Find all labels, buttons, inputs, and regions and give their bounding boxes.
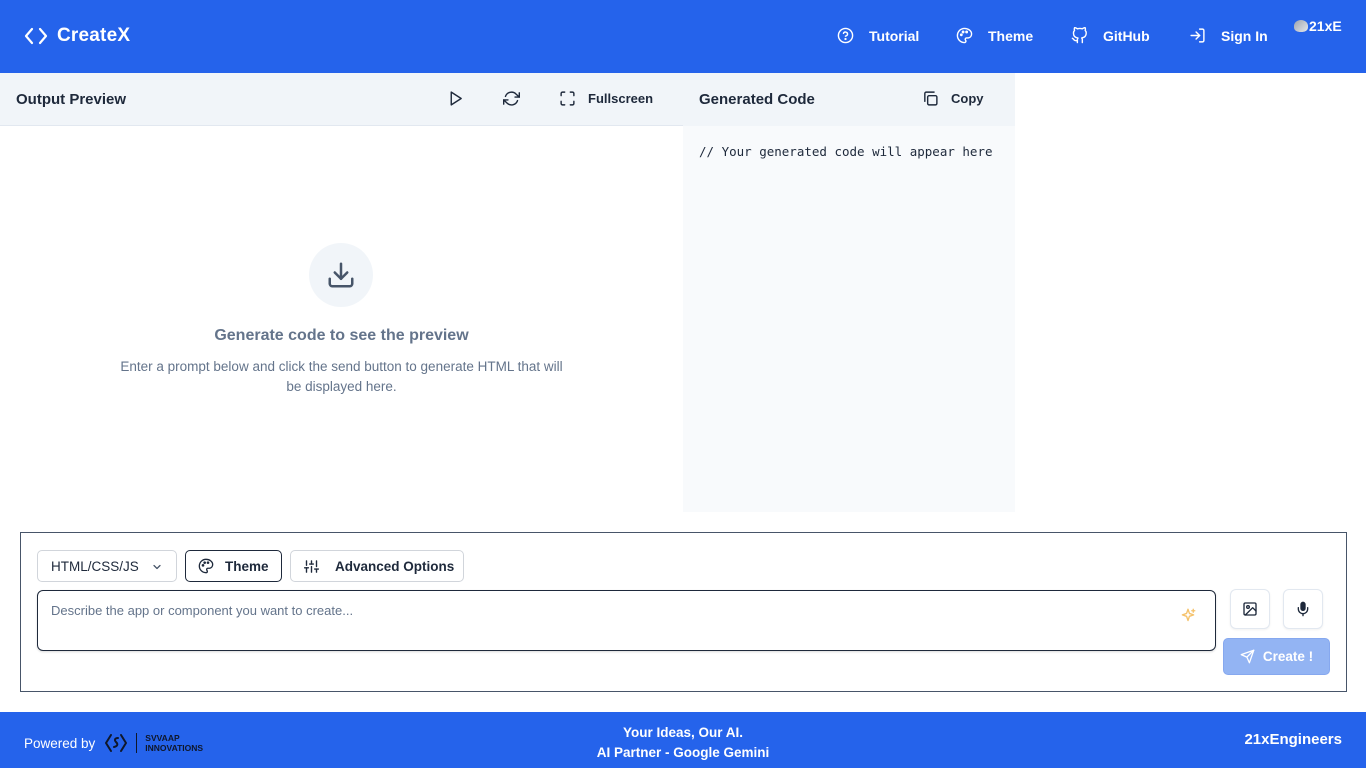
- advanced-options-label: Advanced Options: [335, 558, 455, 574]
- advanced-options-button[interactable]: Advanced Options: [290, 550, 464, 582]
- avatar-alt-text: 21xE: [1309, 18, 1342, 34]
- create-button-label: Create !: [1262, 649, 1314, 664]
- chevron-down-icon: [153, 564, 161, 570]
- empty-state-description: Enter a prompt below and click the send …: [120, 359, 563, 394]
- footer: Powered by SVVAAP INNOVATIONS Your Ideas…: [0, 712, 1366, 768]
- play-icon: [450, 91, 462, 106]
- palette-icon: [198, 558, 214, 574]
- sparkle-icon[interactable]: [1179, 607, 1197, 625]
- nav-sign-in-label: Sign In: [1221, 27, 1268, 44]
- brand-name: CreateX: [57, 25, 131, 46]
- fullscreen-button[interactable]: Fullscreen: [559, 90, 653, 107]
- nav-theme-label: Theme: [988, 27, 1034, 44]
- generated-code-panel: Generated Code Copy // Your generated co…: [683, 73, 1015, 512]
- palette-icon: [956, 27, 973, 44]
- upload-image-button[interactable]: [1230, 589, 1270, 629]
- copy-icon: [924, 91, 938, 106]
- sliders-icon: [304, 559, 319, 573]
- nav-tutorial-label: Tutorial: [869, 27, 920, 44]
- avatar[interactable]: 21xE: [1294, 18, 1342, 46]
- prompt-panel: HTML/CSS/JS Theme Advanced Options Descr…: [20, 532, 1347, 692]
- nav-tutorial[interactable]: Tutorial: [837, 27, 919, 44]
- fullscreen-label: Fullscreen: [588, 91, 654, 106]
- fullscreen-icon: [560, 91, 575, 106]
- voice-input-button[interactable]: [1283, 589, 1323, 629]
- nav-theme[interactable]: Theme: [956, 27, 1033, 44]
- copy-label: Copy: [951, 91, 984, 106]
- prompt-input-placeholder: Describe the app or component you want t…: [51, 603, 354, 618]
- code-title: Generated Code: [699, 91, 815, 108]
- footer-brand[interactable]: 21xEngineers: [1244, 731, 1342, 748]
- send-icon: [1240, 649, 1255, 664]
- language-select[interactable]: HTML/CSS/JS: [37, 550, 177, 582]
- nav-github[interactable]: GitHub: [1071, 27, 1150, 44]
- github-icon: [1071, 27, 1087, 44]
- ai-partner: AI Partner - Google Gemini: [596, 745, 770, 760]
- download-icon: [328, 262, 354, 288]
- empty-state-title: Generate code to see the preview: [214, 327, 469, 344]
- tagline: Your Ideas, Our AI.: [622, 725, 744, 740]
- copy-button[interactable]: Copy: [922, 90, 984, 107]
- sign-in-icon: [1190, 28, 1205, 43]
- refresh-button[interactable]: [503, 90, 520, 107]
- create-button[interactable]: Create !: [1223, 638, 1330, 675]
- run-button[interactable]: [447, 90, 464, 107]
- image-icon: [1243, 602, 1257, 616]
- language-select-value: HTML/CSS/JS: [51, 558, 139, 574]
- brand[interactable]: CreateX: [24, 25, 130, 47]
- theme-button-label: Theme: [225, 558, 269, 574]
- broken-image-icon: [1294, 20, 1308, 32]
- code-brackets-icon: [24, 27, 48, 45]
- top-header: CreateX Tutorial Theme GitHub Sign In 21…: [0, 0, 1366, 73]
- code-toolbar: Generated Code Copy: [683, 73, 1015, 126]
- empty-state-icon-circle: [309, 243, 373, 307]
- microphone-icon: [1297, 601, 1309, 617]
- theme-button[interactable]: Theme: [185, 550, 282, 582]
- prompt-input[interactable]: Describe the app or component you want t…: [37, 590, 1216, 651]
- nav-sign-in[interactable]: Sign In: [1189, 27, 1268, 44]
- help-circle-icon: [837, 27, 854, 44]
- preview-title: Output Preview: [16, 91, 127, 108]
- output-preview-panel: Output Preview Fullscreen Generate code …: [0, 73, 683, 512]
- footer-tagline: Your Ideas, Our AI. AI Partner - Google …: [0, 723, 1366, 763]
- code-output[interactable]: // Your generated code will appear here: [699, 144, 993, 159]
- preview-toolbar: Output Preview Fullscreen: [0, 73, 683, 126]
- refresh-icon: [503, 91, 520, 106]
- nav-github-label: GitHub: [1103, 27, 1150, 44]
